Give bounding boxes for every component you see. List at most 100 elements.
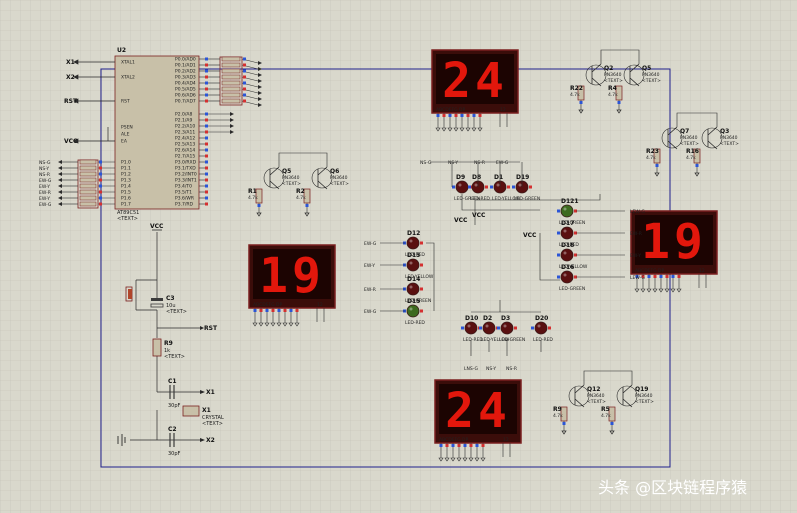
pin-state-marker — [557, 253, 560, 257]
mcu-pin-label: P2.7/A15 — [175, 154, 195, 160]
p1-resistor[interactable] — [79, 171, 97, 177]
mcu-pin-label: P2.2/A10 — [175, 124, 195, 130]
pin-state-marker — [205, 166, 208, 170]
p1-resistor[interactable] — [79, 159, 97, 165]
led-net-label: LEW-G — [630, 275, 645, 281]
pin-state-marker — [205, 57, 208, 61]
led-part: LED-RED — [533, 337, 553, 343]
pin-state-marker — [205, 118, 208, 122]
pin-state-marker — [205, 87, 208, 91]
pin-state-marker — [243, 81, 246, 85]
pin-state-marker — [205, 184, 208, 188]
pin-state-marker — [205, 160, 208, 164]
pin-state-marker — [557, 209, 560, 213]
p0-resistor[interactable] — [221, 68, 241, 74]
resistor-ref: R22 — [570, 85, 583, 92]
transistor-part: PN3640 — [680, 135, 698, 141]
pin-state-marker — [514, 326, 517, 330]
led-ref: D9 — [456, 174, 465, 181]
p1-resistor[interactable] — [79, 165, 97, 171]
led-highlight — [409, 239, 413, 243]
p0-resistor[interactable] — [221, 92, 241, 98]
led-highlight — [518, 183, 522, 187]
mcu-pin-label: XTAL2 — [121, 75, 135, 81]
pin-state-marker — [479, 326, 482, 330]
transistor-part: PN3640 — [604, 72, 622, 78]
pin-state-marker — [205, 130, 208, 134]
p0-resistor[interactable] — [221, 80, 241, 86]
pin-state-marker — [481, 444, 485, 447]
pin-state-marker — [205, 196, 208, 200]
pin-state-marker — [99, 202, 102, 206]
pin-state-marker — [529, 185, 532, 189]
display-digits: 19 — [641, 214, 707, 270]
mcu-pin-label: P1.3 — [121, 178, 131, 184]
p1-resistor[interactable] — [79, 201, 97, 207]
mcu-pin-label: P1.6 — [121, 196, 131, 202]
transistor-part: PN3640 — [587, 393, 605, 399]
display-digits: 24 — [442, 53, 508, 109]
led-body — [406, 236, 420, 250]
pin-state-marker — [557, 275, 560, 279]
mcu-pin-label: P1.7 — [121, 202, 131, 208]
pin-state-marker — [420, 287, 423, 291]
pin-state-marker — [289, 309, 293, 312]
p0-resistor[interactable] — [221, 74, 241, 80]
mcu-pin-label: P1.0 — [121, 160, 131, 166]
led-body — [560, 226, 574, 240]
transistor-part: PN3640 — [282, 175, 300, 181]
transistor-ref: Q19 — [635, 386, 648, 393]
mcu-pin-label: P1.2 — [121, 172, 131, 178]
led-net-label: EW-R — [364, 287, 376, 293]
p0-resistor[interactable] — [221, 62, 241, 68]
p1-resistor[interactable] — [79, 177, 97, 183]
pin-state-marker — [205, 75, 208, 79]
p1-resistor[interactable] — [79, 189, 97, 195]
led-ref: D8 — [472, 174, 481, 181]
p1-net-label: NS-R — [39, 172, 50, 178]
mcu-ref: U2 — [117, 47, 126, 54]
net-vcc: VCC — [64, 138, 78, 145]
pin-state-marker — [243, 63, 246, 67]
led-ref: D19 — [516, 174, 529, 181]
led-net-label: EW-G — [364, 241, 377, 247]
transistor-ref: Q7 — [680, 128, 689, 135]
led-net-label: EW-G — [364, 309, 377, 315]
p1-net-label: NS-Y — [39, 166, 49, 172]
display-digits: 24 — [445, 383, 511, 439]
mcu-pin-label: P3.3/INT1 — [175, 178, 197, 184]
pin-state-marker — [420, 241, 423, 245]
net-rst-reset: RST — [204, 325, 218, 332]
transistor-text: <TEXT> — [642, 78, 661, 84]
resistor-ref: R1 — [248, 188, 257, 195]
pin-state-marker — [99, 160, 102, 164]
resistor-value: 4.7k — [686, 155, 696, 161]
pin-state-marker — [562, 422, 566, 425]
led-body — [500, 321, 514, 335]
resistor-value: 4.7k — [570, 92, 580, 98]
transistor-part: PN3640 — [720, 135, 738, 141]
mcu-pin-label: P3.7/RD — [175, 202, 194, 208]
led-body — [534, 321, 548, 335]
transistor-text: <TEXT> — [587, 399, 606, 405]
pin-state-marker — [454, 114, 458, 117]
p0-resistor[interactable] — [221, 98, 241, 104]
mcu-pin-label: P3.0/RXD — [175, 160, 197, 166]
pin-state-marker — [257, 204, 261, 207]
resistor-value: 4.7k — [553, 413, 563, 419]
net-x1-crystal: X1 — [206, 389, 215, 396]
pin-state-marker — [647, 275, 651, 278]
transistor-text: <TEXT> — [635, 399, 654, 405]
p0-resistor[interactable] — [221, 56, 241, 62]
pin-state-marker — [420, 263, 423, 267]
net-x1: X1 — [66, 59, 75, 66]
resistor-value: 4.7k — [601, 413, 611, 419]
display-pin-labels: ABCDEFG DP — [439, 437, 469, 443]
transistor-part: PN3640 — [330, 175, 348, 181]
pin-state-marker — [445, 444, 449, 447]
c3-ref: C3 — [166, 295, 175, 302]
p1-resistor[interactable] — [79, 183, 97, 189]
p0-resistor[interactable] — [221, 86, 241, 92]
pin-state-marker — [253, 309, 257, 312]
p1-resistor[interactable] — [79, 195, 97, 201]
